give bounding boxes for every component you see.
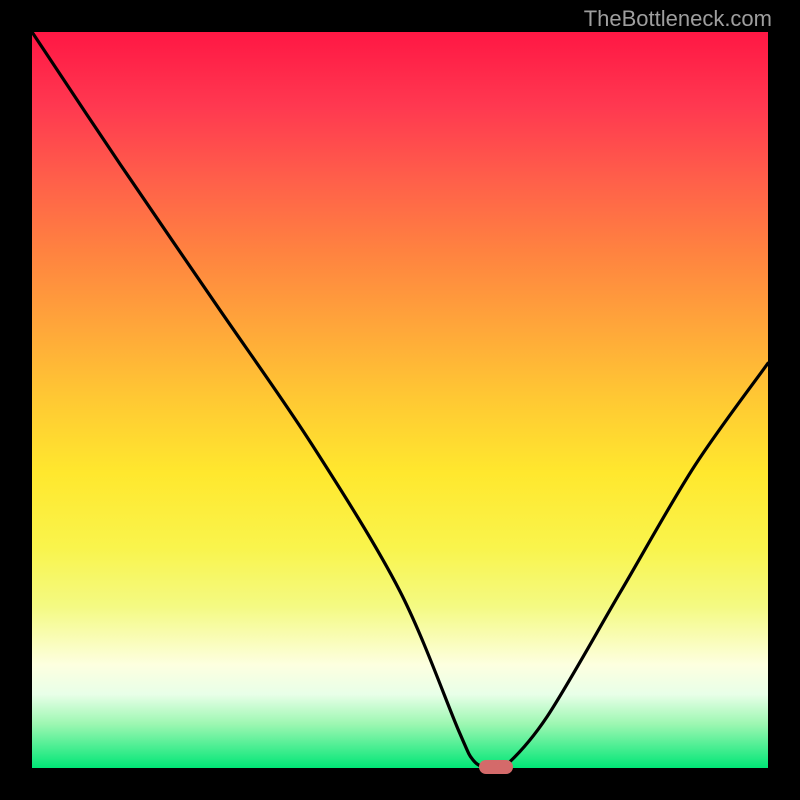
plot-area bbox=[32, 32, 768, 768]
optimal-point-marker bbox=[479, 760, 513, 774]
bottleneck-curve bbox=[32, 32, 768, 768]
chart-container: TheBottleneck.com bbox=[0, 0, 800, 800]
watermark-text: TheBottleneck.com bbox=[584, 6, 772, 32]
